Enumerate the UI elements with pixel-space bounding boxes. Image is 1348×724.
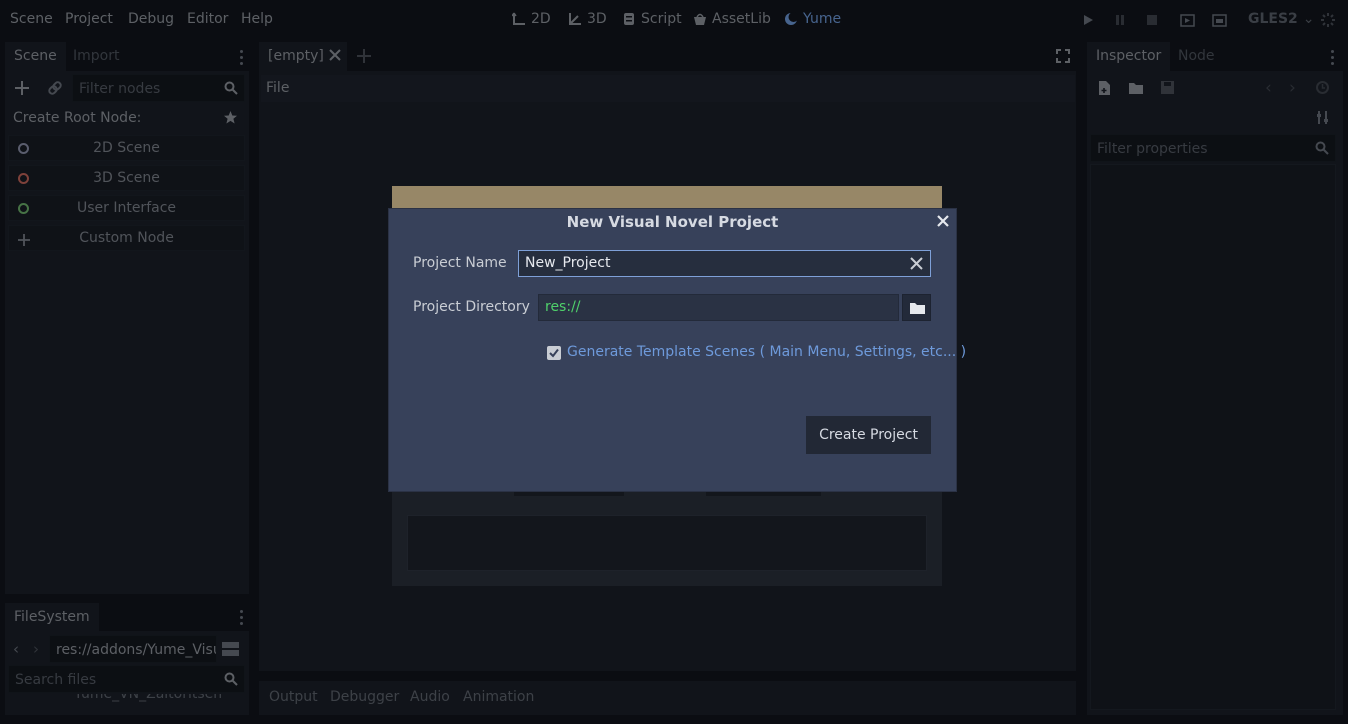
close-icon[interactable] bbox=[937, 215, 949, 231]
create-project-label: Create Project bbox=[819, 427, 918, 443]
project-name-value: New_Project bbox=[525, 255, 611, 271]
dialog-title: New Visual Novel Project bbox=[566, 213, 779, 231]
checkbox-checked-icon bbox=[547, 346, 561, 360]
create-project-button[interactable]: Create Project bbox=[806, 416, 931, 454]
generate-templates-label: Generate Template Scenes ( Main Menu, Se… bbox=[567, 344, 967, 360]
project-directory-input[interactable]: res:// bbox=[538, 294, 899, 321]
project-directory-value: res:// bbox=[545, 299, 581, 315]
folder-icon bbox=[910, 302, 925, 318]
project-directory-label: Project Directory bbox=[413, 299, 530, 315]
project-name-label: Project Name bbox=[413, 255, 507, 271]
clear-icon[interactable] bbox=[910, 257, 923, 274]
project-name-input[interactable]: New_Project bbox=[518, 250, 931, 277]
new-project-dialog: New Visual Novel Project Project Name Ne… bbox=[388, 208, 966, 492]
browse-directory-button[interactable] bbox=[902, 294, 931, 321]
generate-templates-checkbox[interactable]: Generate Template Scenes ( Main Menu, Se… bbox=[547, 344, 966, 364]
